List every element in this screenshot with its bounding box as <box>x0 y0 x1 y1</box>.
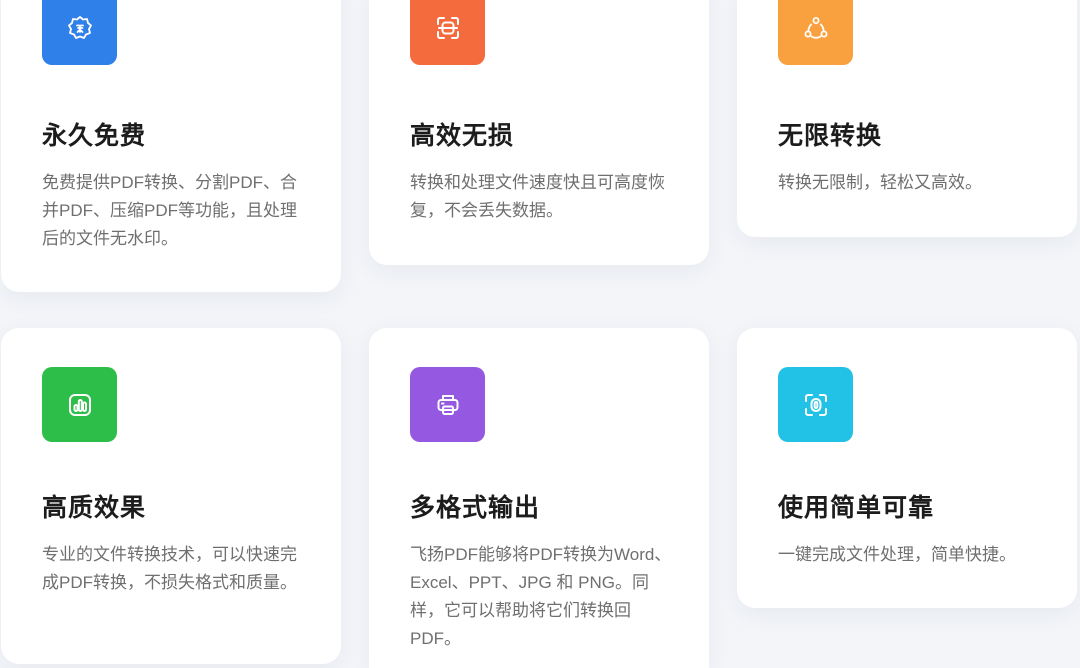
bar-chart-icon <box>68 393 91 416</box>
icon-tile <box>42 0 117 65</box>
feature-title: 多格式输出 <box>410 494 541 522</box>
feature-title: 无限转换 <box>778 122 883 150</box>
icon-tile <box>410 0 485 65</box>
free-badge-icon <box>67 15 92 39</box>
feature-description: 免费提供PDF转换、分割PDF、合并PDF、压缩PDF等功能，且处理后的文件无水… <box>42 173 297 248</box>
feature-description: 专业的文件转换技术，可以快速完成PDF转换，不损失格式和质量。 <box>42 545 297 592</box>
feature-title: 永久免费 <box>42 122 147 150</box>
scan-icon <box>436 16 459 39</box>
feature-card-simple: 使用简单可靠 一键完成文件处理，简单快捷。 <box>737 328 1077 608</box>
icon-tile <box>410 367 485 442</box>
share-nodes-icon <box>804 16 827 39</box>
feature-card-unlimited: 无限转换 转换无限制，轻松又高效。 <box>737 0 1077 237</box>
feature-description: 转换无限制，轻松又高效。 <box>778 173 982 192</box>
printer-icon <box>437 394 458 415</box>
feature-title: 高质效果 <box>42 494 147 522</box>
icon-tile <box>778 0 853 65</box>
icon-tile <box>778 367 853 442</box>
feature-card-free: 永久免费 免费提供PDF转换、分割PDF、合并PDF、压缩PDF等功能，且处理后… <box>1 0 341 292</box>
face-scan-icon <box>804 393 827 416</box>
feature-card-quality: 高质效果 专业的文件转换技术，可以快速完成PDF转换，不损失格式和质量。 <box>1 328 341 664</box>
feature-description: 转换和处理文件速度快且可高度恢复，不会丢失数据。 <box>410 173 665 220</box>
feature-title: 高效无损 <box>410 122 515 150</box>
feature-card-multi-format: 多格式输出 飞扬PDF能够将PDF转换为Word、Excel、PPT、JPG 和… <box>369 328 709 668</box>
feature-card-efficient: 高效无损 转换和处理文件速度快且可高度恢复，不会丢失数据。 <box>369 0 709 265</box>
feature-description: 飞扬PDF能够将PDF转换为Word、Excel、PPT、JPG 和 PNG。同… <box>410 545 672 648</box>
icon-tile <box>42 367 117 442</box>
feature-title: 使用简单可靠 <box>778 494 935 522</box>
feature-description: 一键完成文件处理，简单快捷。 <box>778 545 1016 564</box>
